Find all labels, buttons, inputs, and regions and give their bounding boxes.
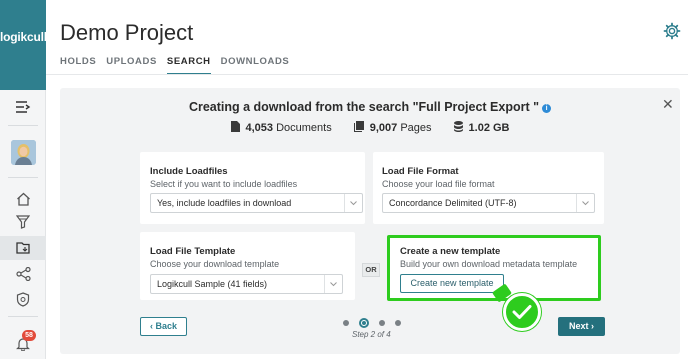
step-dot: [379, 320, 385, 326]
tab-downloads[interactable]: DOWNLOADS: [221, 56, 290, 75]
checkmark-icon: [503, 293, 541, 331]
or-divider: OR: [362, 263, 380, 277]
new-template-hint: Build your own download metadata templat…: [400, 259, 578, 269]
document-icon: [230, 121, 240, 132]
shield-icon[interactable]: [13, 289, 33, 309]
sidebar-divider: [8, 177, 38, 178]
load-file-template-select[interactable]: Logikcull Sample (41 fields): [150, 274, 343, 294]
chevron-down-icon: [344, 194, 362, 212]
step-label: Step 2 of 4: [352, 330, 391, 339]
share-icon[interactable]: [13, 264, 33, 284]
gear-icon[interactable]: [663, 22, 681, 40]
load-file-format-hint: Choose your load file format: [382, 179, 495, 189]
tab-bar: HOLDS UPLOADS SEARCH DOWNLOADS: [60, 56, 299, 75]
home-icon[interactable]: [13, 189, 33, 209]
step-dot: [343, 320, 349, 326]
modal-title-text: Creating a download from the search "Ful…: [188, 100, 540, 114]
step-dot: [395, 320, 401, 326]
database-icon: [453, 121, 463, 132]
tab-search[interactable]: SEARCH: [166, 56, 211, 75]
back-button[interactable]: ‹ Back: [140, 317, 187, 336]
folder-icon[interactable]: [13, 238, 33, 258]
chevron-down-icon: [324, 275, 342, 293]
pages-icon: [353, 121, 364, 132]
menu-collapse-icon[interactable]: [13, 97, 33, 117]
sidebar-divider: [8, 316, 38, 317]
tab-uploads[interactable]: UPLOADS: [106, 56, 157, 75]
step-dot-active: [359, 318, 369, 328]
close-icon[interactable]: ✕: [662, 96, 674, 113]
include-loadfiles-label: Include Loadfiles: [150, 166, 228, 177]
load-file-format-select[interactable]: Concordance Delimited (UTF-8): [382, 193, 595, 213]
load-file-format-value: Concordance Delimited (UTF-8): [389, 198, 517, 208]
header-divider: [46, 74, 688, 75]
new-template-label: Create a new template: [400, 246, 501, 257]
include-loadfiles-hint: Select if you want to include loadfiles: [150, 179, 298, 189]
load-file-template-hint: Choose your download template: [150, 259, 280, 269]
load-file-template-label: Load File Template: [150, 246, 236, 257]
tab-holds[interactable]: HOLDS: [60, 56, 96, 75]
stat-size: 1.02 GB: [453, 121, 510, 134]
chevron-down-icon: [576, 194, 594, 212]
modal-title: Creating a download from the search "Ful…: [60, 100, 680, 114]
stat-pages: 9,007 Pages: [353, 121, 432, 134]
funnel-icon[interactable]: [13, 212, 33, 232]
logo[interactable]: logikcull: [0, 0, 47, 90]
include-loadfiles-value: Yes, include loadfiles in download: [157, 198, 292, 208]
load-file-template-value: Logikcull Sample (41 fields): [157, 279, 268, 289]
avatar[interactable]: [11, 140, 36, 165]
step-indicator: [343, 318, 401, 328]
create-new-template-button[interactable]: Create new template: [400, 274, 504, 293]
next-button[interactable]: Next ›: [558, 317, 605, 336]
include-loadfiles-select[interactable]: Yes, include loadfiles in download: [150, 193, 363, 213]
page-title: Demo Project: [60, 20, 194, 45]
stat-documents: 4,053 Documents: [230, 121, 332, 134]
load-file-format-label: Load File Format: [382, 166, 459, 177]
download-stats: 4,053 Documents 9,007 Pages 1.02 GB: [60, 121, 680, 134]
sidebar-divider: [8, 125, 38, 126]
notification-badge: 58: [22, 330, 36, 341]
info-icon[interactable]: i: [542, 104, 552, 113]
sidebar: logikcull 58: [0, 0, 47, 359]
